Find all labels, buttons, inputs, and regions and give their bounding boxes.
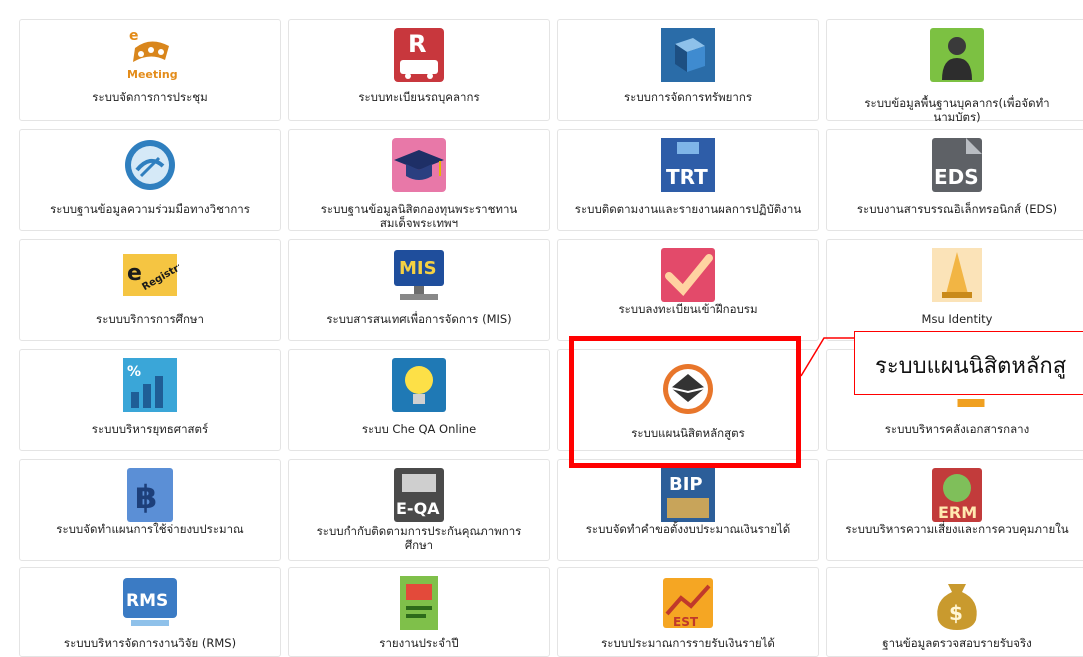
tile-label: ระบบจัดการการประชุม xyxy=(92,90,208,104)
tile-label: ระบบสารสนเทศเพื่อการจัดการ (MIS) xyxy=(326,312,512,326)
svg-text:$: $ xyxy=(949,601,963,625)
svg-text:%: % xyxy=(127,364,141,380)
graduation-cap-icon xyxy=(390,136,448,194)
tile-revenue-check[interactable]: $ ฐานข้อมูลตรวจสอบรายรับจริง xyxy=(826,567,1083,657)
tile-label: ระบบแผนนิสิตหลักสูตร xyxy=(631,426,745,440)
tile-student-plan[interactable]: ระบบแผนนิสิตหลักสูตร xyxy=(557,349,819,451)
tile-eds[interactable]: EDS ระบบงานสารบรรณอิเล็กทรอนิกส์ (EDS) xyxy=(826,129,1083,231)
tile-label: ระบบบริหารจัดการงานวิจัย (RMS) xyxy=(63,636,237,650)
resource-cube-icon xyxy=(659,26,717,84)
tile-label: ระบบบริหารยุทธศาสตร์ xyxy=(91,422,209,436)
rms-icon: RMS xyxy=(121,574,179,632)
tile-label: ฐานข้อมูลตรวจสอบรายรับจริง xyxy=(882,636,1032,650)
eqa-icon: E-QA xyxy=(390,466,448,524)
tile-label: Msu Identity xyxy=(921,312,993,326)
tile-label: ระบบบริหารความเสี่ยงและการควบคุมภายใน xyxy=(845,522,1069,536)
tile-eqa[interactable]: E-QA ระบบกำกับติดตามการประกันคุณภาพการศึ… xyxy=(288,459,550,561)
tile-label: ระบบลงทะเบียนเข้าฝึกอบรม xyxy=(618,302,758,316)
annual-report-icon xyxy=(390,574,448,632)
svg-text:EDS: EDS xyxy=(934,165,979,189)
tile-rms[interactable]: RMS ระบบบริหารจัดการงานวิจัย (RMS) xyxy=(19,567,281,657)
tile-label: ระบบกำกับติดตามการประกันคุณภาพการศึกษา xyxy=(316,524,522,552)
callout-text: ระบบแผนนิสิตหลักสู xyxy=(875,354,1067,379)
mis-icon: MIS xyxy=(390,246,448,304)
tile-tracking[interactable]: TRT ระบบติดตามงานและรายงานผลการปฏิบัติงา… xyxy=(557,129,819,231)
svg-text:EST: EST xyxy=(673,615,699,629)
svg-text:Meeting: Meeting xyxy=(127,68,178,81)
svg-text:ERM: ERM xyxy=(938,503,977,522)
tile-label: ระบบ Che QA Online xyxy=(361,422,477,436)
svg-text:R: R xyxy=(408,30,426,58)
registrar-icon: e Registrar xyxy=(121,246,179,304)
trt-icon: TRT xyxy=(659,136,717,194)
tile-annual-report[interactable]: รายงานประจำปี xyxy=(288,567,550,657)
tile-est[interactable]: EST ระบบประมาณการรายรับเงินรายได้ xyxy=(557,567,819,657)
est-icon: EST xyxy=(659,574,717,632)
tile-erm[interactable]: ERM ระบบบริหารความเสี่ยงและการควบคุมภายใ… xyxy=(826,459,1083,561)
svg-text:BIP: BIP xyxy=(669,474,703,495)
meeting-icon: e Meeting xyxy=(121,26,179,84)
tile-label: ระบบฐานข้อมูลนิสิตกองทุนพระราชทานสมเด็จพ… xyxy=(320,202,518,230)
personnel-icon xyxy=(928,26,986,84)
tile-label: ระบบจัดทำแผนการใช้จ่ายงบประมาณ xyxy=(56,522,244,536)
tile-training[interactable]: ระบบลงทะเบียนเข้าฝึกอบรม xyxy=(557,239,819,341)
erm-icon: ERM xyxy=(928,466,986,524)
bip-icon: BIP xyxy=(659,466,717,524)
svg-text:MIS: MIS xyxy=(399,258,437,279)
callout-box: ระบบแผนนิสิตหลักสู xyxy=(854,331,1083,395)
strategy-chart-icon: % xyxy=(121,356,179,414)
tile-label: ระบบจัดทำคำขอตั้งงบประมาณเงินรายได้ xyxy=(585,522,791,536)
tile-cooperation[interactable]: ระบบฐานข้อมูลความร่วมมือทางวิชาการ xyxy=(19,129,281,231)
tile-label: ระบบติดตามงานและรายงานผลการปฏิบัติงาน xyxy=(574,202,802,216)
tile-mis[interactable]: MIS ระบบสารสนเทศเพื่อการจัดการ (MIS) xyxy=(288,239,550,341)
tile-meeting[interactable]: e Meeting ระบบจัดการการประชุม xyxy=(19,19,281,121)
tile-label: ระบบข้อมูลพื้นฐานบุคลากร(เพื่อจัดทำนามบั… xyxy=(864,96,1050,124)
svg-text:฿: ฿ xyxy=(135,478,157,516)
car-registration-icon: R xyxy=(390,26,448,84)
tile-car-registration[interactable]: R ระบบทะเบียนรถบุคลากร xyxy=(288,19,550,121)
tile-bip[interactable]: BIP ระบบจัดทำคำขอตั้งงบประมาณเงินรายได้ xyxy=(557,459,819,561)
tile-label: ระบบทะเบียนรถบุคลากร xyxy=(358,90,480,104)
svg-text:RMS: RMS xyxy=(126,591,168,611)
tile-label: ระบบประมาณการรายรับเงินรายได้ xyxy=(601,636,775,650)
tile-label: ระบบบริการการศึกษา xyxy=(96,312,204,326)
svg-text:e: e xyxy=(129,28,139,44)
baht-icon: ฿ xyxy=(121,466,179,524)
checkmark-icon xyxy=(659,246,717,304)
tile-scholarship[interactable]: ระบบฐานข้อมูลนิสิตกองทุนพระราชทานสมเด็จพ… xyxy=(288,129,550,231)
svg-text:TRT: TRT xyxy=(666,165,708,189)
tile-resource[interactable]: ระบบการจัดการทรัพยากร xyxy=(557,19,819,121)
tile-label: ระบบบริหารคลังเอกสารกลาง xyxy=(884,422,1030,436)
document-store-icon xyxy=(942,398,985,408)
svg-text:E-QA: E-QA xyxy=(396,499,440,518)
tile-che-qa[interactable]: ระบบ Che QA Online xyxy=(288,349,550,451)
tile-strategy[interactable]: % ระบบบริหารยุทธศาสตร์ xyxy=(19,349,281,451)
tile-registrar[interactable]: e Registrar ระบบบริการการศึกษา xyxy=(19,239,281,341)
tile-msu-identity[interactable]: Msu Identity xyxy=(826,239,1083,341)
tile-label: ระบบงานสารบรรณอิเล็กทรอนิกส์ (EDS) xyxy=(856,202,1058,216)
tile-label: ระบบการจัดการทรัพยากร xyxy=(623,90,753,104)
tile-personnel[interactable]: ระบบข้อมูลพื้นฐานบุคลากร(เพื่อจัดทำนามบั… xyxy=(826,19,1083,124)
tile-label: ระบบฐานข้อมูลความร่วมมือทางวิชาการ xyxy=(50,202,250,216)
envelope-icon xyxy=(659,360,717,418)
eds-icon: EDS xyxy=(928,136,986,194)
money-bag-icon: $ xyxy=(928,574,986,632)
lightbulb-icon xyxy=(390,356,448,414)
svg-text:e: e xyxy=(127,261,142,286)
tile-budget-plan[interactable]: ฿ ระบบจัดทำแผนการใช้จ่ายงบประมาณ xyxy=(19,459,281,561)
tile-label: รายงานประจำปี xyxy=(379,636,459,650)
temple-icon xyxy=(928,246,986,304)
cooperation-icon xyxy=(121,136,179,194)
